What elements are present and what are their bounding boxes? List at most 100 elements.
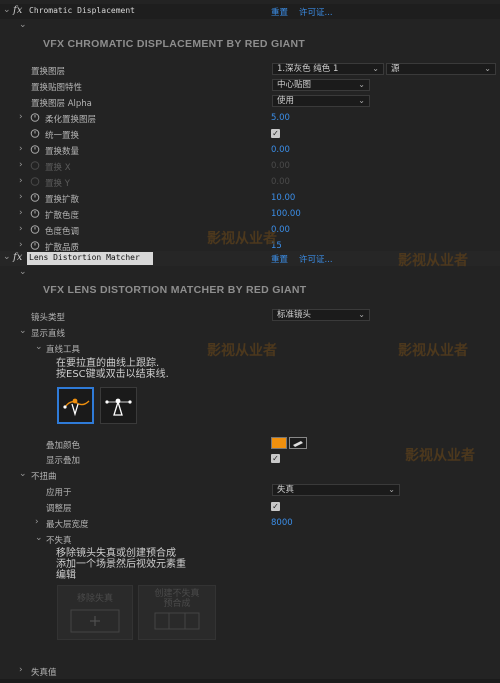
help-text-line: 编辑 xyxy=(56,570,76,581)
param-spread: › 置换扩散 10.00 xyxy=(0,190,500,206)
license-link[interactable]: 许可证... xyxy=(299,253,333,265)
dropdown-value: 中心贴图 xyxy=(277,80,312,90)
uniform-checkbox[interactable]: ✓ xyxy=(271,129,280,138)
chevron-right-icon[interactable]: › xyxy=(19,208,23,218)
param-value[interactable]: 8000 xyxy=(271,518,293,528)
button-label: 移除失真 xyxy=(76,594,113,604)
chevron-right-icon[interactable]: › xyxy=(19,144,23,154)
disp-layer-dropdown[interactable]: 1.深灰色 纯色 1 ⌄ xyxy=(272,63,384,75)
watermark: 影视从业者 xyxy=(207,231,277,247)
apply-to-dropdown[interactable]: 失真 ⌄ xyxy=(272,484,400,496)
chevron-down-icon: ⌄ xyxy=(388,485,395,494)
fx-icon[interactable]: fx xyxy=(13,5,22,16)
stopwatch-icon[interactable] xyxy=(30,192,40,202)
effect-header-chromatic[interactable]: ⌄ fx Chromatic Displacement 重置 许可证... xyxy=(0,4,500,19)
stopwatch-icon[interactable] xyxy=(30,128,40,138)
param-lens-type: 镜头类型 标准镜头 ⌄ xyxy=(0,308,500,324)
stopwatch-icon xyxy=(30,176,40,186)
fx-icon[interactable]: fx xyxy=(13,252,22,263)
chevron-down-icon[interactable]: ⌄ xyxy=(35,342,43,352)
stopwatch-icon[interactable] xyxy=(30,240,40,250)
show-overlay-checkbox[interactable]: ✓ xyxy=(271,454,280,463)
param-uniform: 统一置换 ✓ xyxy=(0,126,500,142)
chevron-right-icon[interactable]: › xyxy=(19,240,23,250)
map-behavior-dropdown[interactable]: 中心贴图 ⌄ xyxy=(272,79,370,91)
film-strip-icon xyxy=(154,612,200,630)
param-value[interactable]: 0.00 xyxy=(271,145,290,155)
chevron-down-icon[interactable]: ⌄ xyxy=(3,5,11,15)
pen-tool-button[interactable] xyxy=(57,387,94,424)
watermark: 影视从业者 xyxy=(398,343,468,359)
param-label: 置换 X xyxy=(45,163,71,173)
param-label: 置换图层 xyxy=(31,67,66,77)
group-undistort[interactable]: ⌄ 不扭曲 xyxy=(0,467,500,483)
watermark: 影视从业者 xyxy=(398,253,468,269)
license-link[interactable]: 许可证... xyxy=(299,6,333,18)
param-disp-x: › 置换 X 0.00 xyxy=(0,158,500,174)
effect-name: Chromatic Displacement xyxy=(29,6,135,15)
param-value[interactable]: 5.00 xyxy=(271,113,290,123)
chevron-down-icon: ⌄ xyxy=(358,80,365,89)
param-label: 柔化置换图层 xyxy=(45,115,97,125)
chevron-right-icon[interactable]: › xyxy=(19,224,23,234)
chevron-right-icon: › xyxy=(19,176,23,186)
button-label: 创建不失真 xyxy=(154,589,200,599)
group-label: 直线工具 xyxy=(46,345,81,355)
chevron-right-icon[interactable]: › xyxy=(19,665,23,675)
param-disp-alpha: 置换图层 Alpha 使用 ⌄ xyxy=(0,94,500,110)
chevron-down-icon[interactable]: ⌄ xyxy=(35,533,43,543)
reset-link[interactable]: 重置 xyxy=(271,253,288,265)
dropdown-value: 1.深灰色 纯色 1 xyxy=(277,64,339,74)
stopwatch-icon[interactable] xyxy=(30,112,40,122)
alpha-dropdown[interactable]: 使用 ⌄ xyxy=(272,95,370,107)
param-amount: › 置换数量 0.00 xyxy=(0,142,500,158)
chevron-down-icon: ⌄ xyxy=(372,64,379,73)
watermark: 影视从业者 xyxy=(207,343,277,359)
chevron-down-icon[interactable]: ⌄ xyxy=(19,469,27,479)
param-label: 置换数量 xyxy=(45,147,80,157)
reset-link[interactable]: 重置 xyxy=(271,6,288,18)
param-disp-layer: 置换图层 1.深灰色 纯色 1 ⌄ 源 ⌄ xyxy=(0,62,500,78)
pen-anchor-icon xyxy=(105,398,132,416)
disp-source-dropdown[interactable]: 源 ⌄ xyxy=(386,63,496,75)
line-tool-help: 在要拉直的曲线上跟踪. 按ESC键或双击以结束线. xyxy=(56,358,169,380)
chevron-down-icon[interactable]: ⌄ xyxy=(3,252,11,262)
param-disp-y: › 置换 Y 0.00 xyxy=(0,174,500,190)
help-text-line: 在要拉直的曲线上跟踪. xyxy=(56,358,160,369)
param-label: 统一置换 xyxy=(45,131,80,141)
effect-banner: VFX CHROMATIC DISPLACEMENT BY RED GIANT xyxy=(43,38,306,50)
stopwatch-icon[interactable] xyxy=(30,208,40,218)
param-label: 最大层宽度 xyxy=(46,520,89,530)
param-label: 扩散色度 xyxy=(45,211,80,221)
lens-type-dropdown[interactable]: 标准镜头 ⌄ xyxy=(272,309,370,321)
eyedropper-icon xyxy=(293,441,303,447)
stopwatch-icon[interactable] xyxy=(30,224,40,234)
group-show-lines[interactable]: ⌄ 显示直线 xyxy=(0,324,500,340)
chevron-right-icon[interactable]: › xyxy=(35,517,39,527)
overlay-color-swatch[interactable] xyxy=(271,437,287,449)
chevron-right-icon[interactable]: › xyxy=(19,192,23,202)
eyedropper-button[interactable] xyxy=(289,437,307,449)
create-precomp-button[interactable]: 创建不失真 预合成 xyxy=(138,585,216,640)
param-value[interactable]: 100.00 xyxy=(271,209,301,219)
chevron-right-icon[interactable]: › xyxy=(19,112,23,122)
stopwatch-icon xyxy=(30,160,40,170)
param-max-layer-width: › 最大层宽度 8000 xyxy=(0,515,500,531)
pen-curve-icon xyxy=(63,398,90,417)
dropdown-value: 使用 xyxy=(277,96,295,106)
group-no-distort[interactable]: ⌄ 不失真 xyxy=(0,531,500,547)
chevron-down-icon[interactable]: ⌄ xyxy=(19,326,27,336)
chevron-down-icon[interactable]: ⌄ xyxy=(19,20,27,30)
param-distortion-value: › 失真值 xyxy=(0,663,500,679)
remove-distortion-button[interactable]: 移除失真 xyxy=(57,585,133,640)
adjust-layer-checkbox[interactable]: ✓ xyxy=(271,502,280,511)
dropdown-value: 源 xyxy=(391,64,400,74)
param-value[interactable]: 10.00 xyxy=(271,193,295,203)
param-label: 失真值 xyxy=(31,668,57,678)
param-label: 叠加颜色 xyxy=(46,441,81,451)
stopwatch-icon[interactable] xyxy=(30,144,40,154)
param-label: 色度色调 xyxy=(45,227,80,237)
chevron-down-icon[interactable]: ⌄ xyxy=(19,267,27,277)
group-label: 显示直线 xyxy=(31,329,66,339)
edit-line-tool-button[interactable] xyxy=(100,387,137,424)
